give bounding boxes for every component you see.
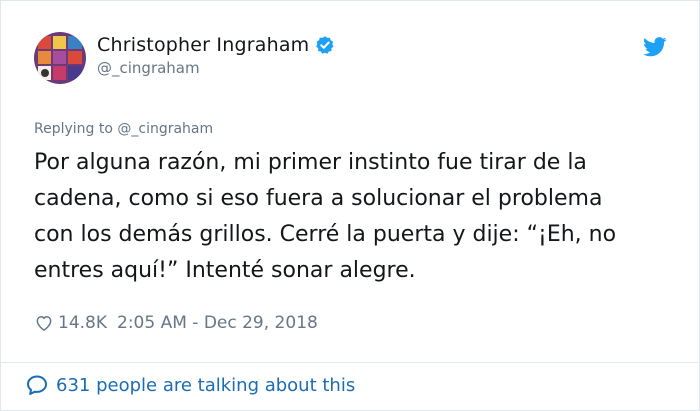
author-name-row: Christopher Ingraham [97,34,335,56]
avatar[interactable] [34,32,86,84]
heart-icon[interactable] [34,313,54,333]
tweet-text: Por alguna razón, mi primer instinto fue… [34,150,617,283]
twitter-bird-icon[interactable] [643,37,667,57]
tweet-meta: 14.8K 2:05 AM - Dec 29, 2018 [34,313,318,333]
like-count[interactable]: 14.8K [58,313,107,333]
verified-badge-icon [315,35,335,55]
author-handle[interactable]: @_cingraham [97,59,200,77]
tweet-card: Christopher Ingraham @_cingraham Replyin… [0,0,700,411]
speech-bubble-icon [25,373,49,397]
author-display-name[interactable]: Christopher Ingraham [97,34,309,56]
divider [1,362,699,363]
timestamp[interactable]: 2:05 AM - Dec 29, 2018 [117,313,318,333]
conversation-link[interactable]: 631 people are talking about this [25,373,355,397]
conversation-text: 631 people are talking about this [56,374,356,396]
avatar-image [34,32,86,84]
replying-to-text[interactable]: Replying to @_cingraham [34,121,213,137]
